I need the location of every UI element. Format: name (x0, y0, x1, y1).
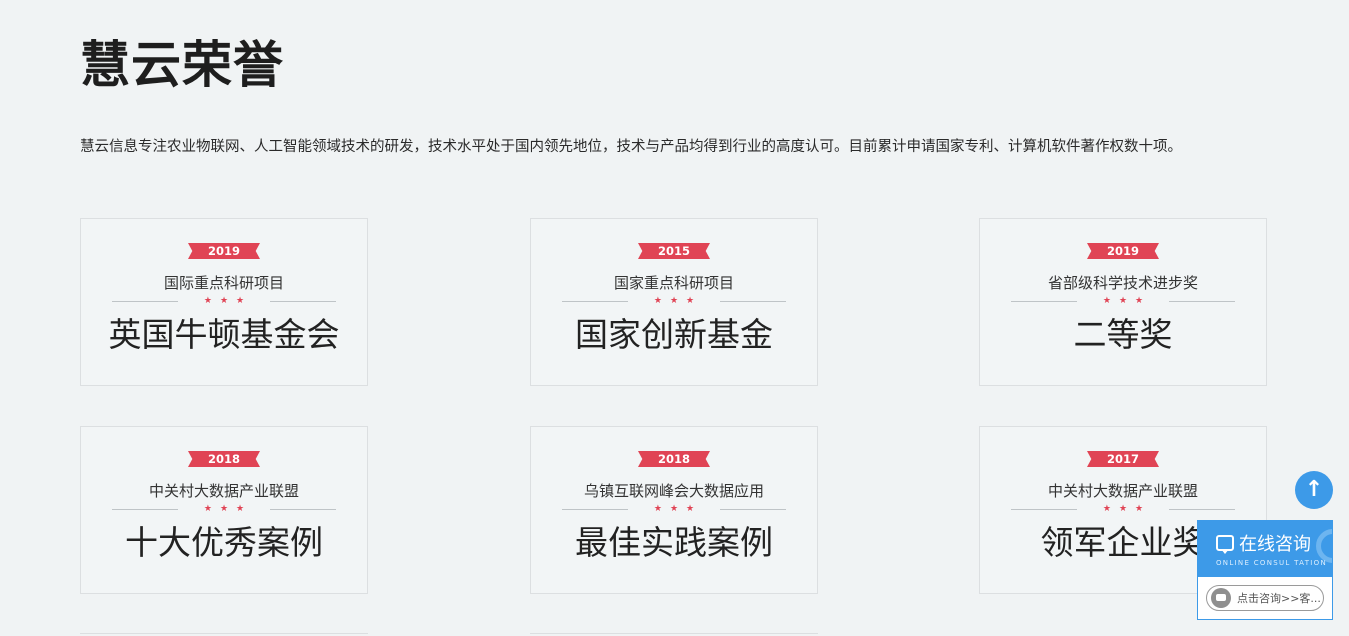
award-card: 2019 省部级科学技术进步奖 ★★★ 二等奖 (979, 218, 1267, 386)
award-org: 中关村大数据产业联盟 (148, 482, 299, 500)
year-ribbon: 2019 (188, 243, 260, 259)
consult-header[interactable]: 在线咨询 ONLINE CONSUL TATION (1198, 521, 1332, 577)
intro-text: 慧云信息专注农业物联网、人工智能领域技术的研发，技术水平处于国内领先地位，技术与… (80, 139, 1182, 155)
page-title: 慧云荣誉 (80, 36, 284, 94)
back-to-top-button[interactable]: ↑ (1295, 471, 1333, 509)
award-card: 2018 乌镇互联网峰会大数据应用 ★★★ 最佳实践案例 (530, 426, 818, 594)
year-ribbon: 2017 (1087, 451, 1159, 467)
divider-right (720, 509, 786, 510)
award-card: 2018 中关村大数据产业联盟 ★★★ 十大优秀案例 (80, 426, 368, 594)
consult-button[interactable]: 点击咨询>>客... (1206, 585, 1324, 611)
award-org: 中关村大数据产业联盟 (1047, 482, 1198, 500)
award-name: 最佳实践案例 (575, 523, 773, 562)
divider-right (1169, 509, 1235, 510)
award-name: 二等奖 (1073, 315, 1173, 354)
award-card: 2019 国际重点科研项目 ★★★ 英国牛顿基金会 (80, 218, 368, 386)
year-ribbon: 2015 (638, 243, 710, 259)
message-icon (1211, 588, 1231, 608)
year-ribbon: 2018 (638, 451, 710, 467)
award-org: 省部级科学技术进步奖 (1047, 274, 1198, 292)
award-org: 国际重点科研项目 (163, 274, 284, 292)
consult-subtitle: ONLINE CONSUL TATION (1216, 559, 1327, 567)
consult-button-label: 点击咨询>>客... (1237, 592, 1321, 605)
year-ribbon: 2019 (1087, 243, 1159, 259)
divider-right (270, 509, 336, 510)
divider-right (720, 301, 786, 302)
award-name: 十大优秀案例 (125, 523, 323, 562)
chat-icon (1216, 535, 1234, 554)
year-ribbon: 2018 (188, 451, 260, 467)
consult-title: 在线咨询 (1239, 534, 1311, 555)
award-card: 2015 国家重点科研项目 ★★★ 国家创新基金 (530, 218, 818, 386)
award-name: 国家创新基金 (575, 315, 773, 354)
divider-right (270, 301, 336, 302)
online-consult-widget[interactable]: 在线咨询 ONLINE CONSUL TATION 点击咨询>>客... (1197, 520, 1333, 620)
award-org: 国家重点科研项目 (613, 274, 734, 292)
arrow-up-icon: ↑ (1304, 477, 1324, 502)
award-name: 英国牛顿基金会 (108, 315, 340, 354)
divider-right (1169, 301, 1235, 302)
award-org: 乌镇互联网峰会大数据应用 (583, 482, 764, 500)
